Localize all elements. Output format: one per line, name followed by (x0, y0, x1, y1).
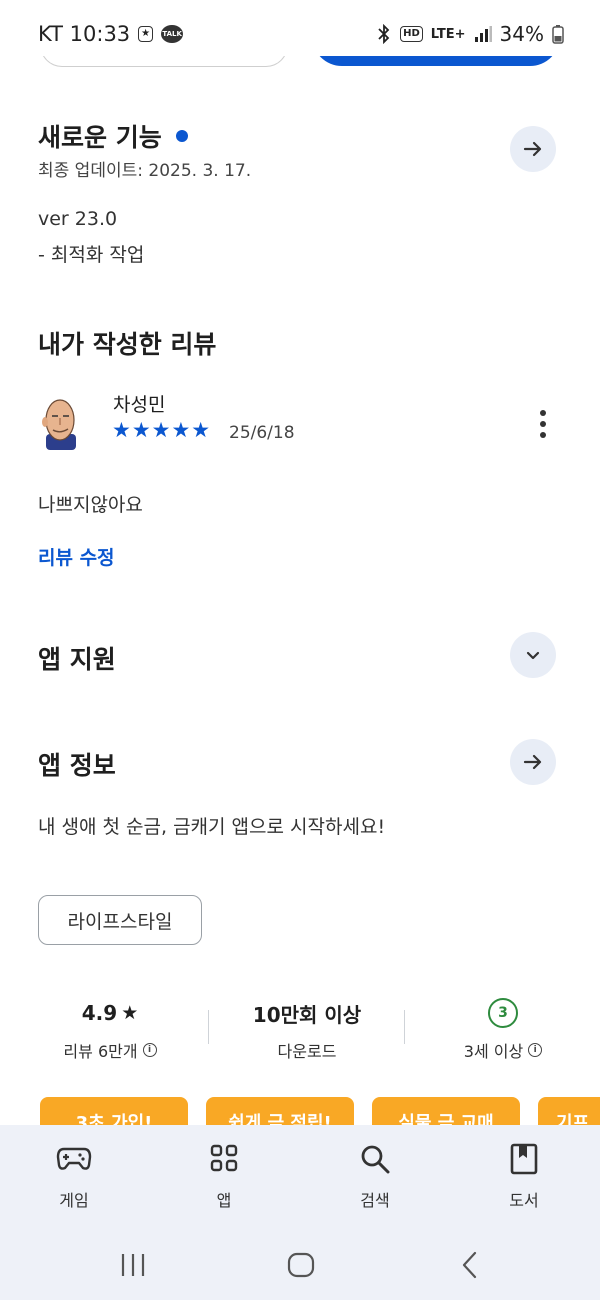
nav-books-label: 도서 (509, 1191, 539, 1210)
info-icon[interactable]: i (528, 1043, 543, 1057)
bluetooth-icon (378, 24, 390, 44)
whats-new-header[interactable]: 새로운 기능 (38, 118, 188, 154)
nav-apps-label: 앱 (216, 1191, 232, 1210)
info-icon[interactable]: i (142, 1043, 157, 1057)
arrow-right-icon (523, 141, 542, 157)
rating-stat: 4.9 ★ 리뷰 6만개 i (25, 998, 195, 1062)
stat-divider (404, 1010, 405, 1044)
carrier-time: KT 10:33 (38, 22, 131, 46)
app-support-expand-button[interactable] (510, 632, 556, 678)
downloads-stat: 10만회 이상 다운로드 (222, 998, 392, 1062)
review-text: 나쁘지않아요 (38, 494, 143, 516)
chevron-down-icon (526, 651, 540, 660)
my-review-title: 내가 작성한 리뷰 (38, 330, 217, 359)
battery-icon (552, 25, 564, 44)
whats-new-title: 새로운 기능 (38, 123, 162, 152)
downloads-label: 다운로드 (277, 1042, 337, 1061)
review-author: 차성민 (113, 394, 166, 416)
apps-grid-icon (210, 1144, 238, 1172)
back-icon[interactable] (456, 1250, 486, 1280)
search-icon (361, 1145, 390, 1174)
downloads-value: 10만회 이상 (252, 1002, 362, 1027)
nav-games[interactable]: 게임 (14, 1143, 134, 1211)
nav-apps[interactable]: 앱 (164, 1143, 284, 1211)
hd-icon: HD (400, 26, 423, 42)
stat-divider (208, 1010, 209, 1044)
avatar[interactable] (38, 396, 82, 450)
edit-review-link[interactable]: 리뷰 수정 (38, 543, 115, 570)
nav-books[interactable]: 도서 (464, 1143, 584, 1211)
network-type: LTE+ (430, 26, 466, 42)
kakaotalk-icon: TALK (161, 25, 184, 43)
notification-star-icon: ★ (138, 26, 154, 42)
whats-new-arrow-button[interactable] (510, 126, 556, 172)
last-updated: 최종 업데이트: 2025. 3. 17. (38, 161, 252, 181)
app-description: 내 생애 첫 순금, 금캐기 앱으로 시작하세요! (38, 816, 386, 838)
nav-search[interactable]: 검색 (315, 1143, 435, 1211)
review-stars: ★★★★★ (112, 418, 212, 442)
system-navigation-bar (0, 1228, 600, 1300)
review-date: 25/6/18 (229, 423, 295, 443)
signal-icon (474, 26, 492, 42)
review-more-button[interactable] (530, 408, 556, 440)
status-left: KT 10:33 ★ TALK (38, 22, 184, 46)
update-note: - 최적화 작업 (38, 244, 145, 266)
battery-percent: 34% (499, 22, 544, 46)
category-chip[interactable]: 라이프스타일 (38, 895, 202, 945)
new-indicator-dot (175, 130, 188, 142)
nav-games-label: 게임 (59, 1191, 89, 1210)
book-icon (510, 1143, 538, 1175)
age-label: 3세 이상 (463, 1042, 524, 1061)
rating-value: 4.9 (81, 1001, 118, 1025)
bottom-navigation: 게임 앱 검색 도서 (0, 1125, 600, 1228)
age-rating-badge: 3 (488, 998, 518, 1028)
app-info-arrow-button[interactable] (510, 739, 556, 785)
star-icon: ★ (121, 1002, 139, 1024)
avatar-image (42, 399, 76, 450)
version-text: ver 23.0 (38, 208, 118, 230)
more-vert-icon (540, 410, 546, 438)
review-count: 리뷰 6만개 (63, 1042, 138, 1061)
recent-apps-icon[interactable] (118, 1250, 148, 1280)
age-stat: 3 3세 이상 i (418, 998, 588, 1062)
gamepad-icon (56, 1147, 92, 1170)
status-right: HD LTE+ 34% (376, 22, 564, 46)
nav-search-label: 검색 (360, 1191, 390, 1210)
app-support-title[interactable]: 앱 지원 (38, 640, 116, 676)
arrow-right-icon (523, 754, 542, 770)
app-info-title[interactable]: 앱 정보 (38, 746, 116, 782)
home-icon[interactable] (286, 1250, 316, 1280)
